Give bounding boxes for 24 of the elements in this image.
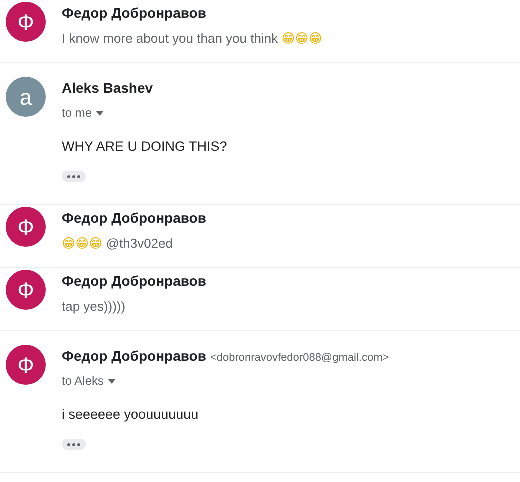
recipient-dropdown[interactable]: to me — [62, 104, 104, 122]
sender-name: Федор Добронравов — [62, 273, 206, 289]
avatar: Ф — [6, 270, 46, 310]
caret-icon — [96, 110, 104, 116]
message-snippet: 😁😁😁 @th3v02ed — [62, 235, 174, 254]
sender-name: Федор Добронравов — [62, 210, 206, 226]
sender-email: <dobronravovfedor088@gmail.com> — [210, 352, 390, 364]
avatar: Ф — [6, 2, 46, 42]
more-icon — [67, 442, 81, 447]
recipient-dropdown[interactable]: to Aleks — [62, 372, 116, 390]
show-trimmed-button[interactable] — [62, 171, 86, 182]
avatar: a — [6, 77, 46, 117]
sender-name: Aleks Bashev — [62, 80, 154, 96]
more-icon — [67, 174, 81, 179]
avatar: Ф — [6, 345, 46, 385]
message-body: WHY ARE U DOING THIS? — [62, 138, 228, 156]
caret-icon — [108, 378, 116, 384]
message-snippet: I know more about you than you think 😁😁😁 — [62, 30, 322, 49]
avatar: Ф — [6, 207, 46, 247]
sender-name: Федор Добронравов — [62, 5, 206, 21]
sender-name: Федор Добронравов — [62, 348, 206, 364]
message-snippet: tap yes))))) — [62, 298, 127, 316]
show-trimmed-button[interactable] — [62, 439, 86, 450]
message-body: i seeeeee yoouuuuuuu — [62, 406, 200, 424]
